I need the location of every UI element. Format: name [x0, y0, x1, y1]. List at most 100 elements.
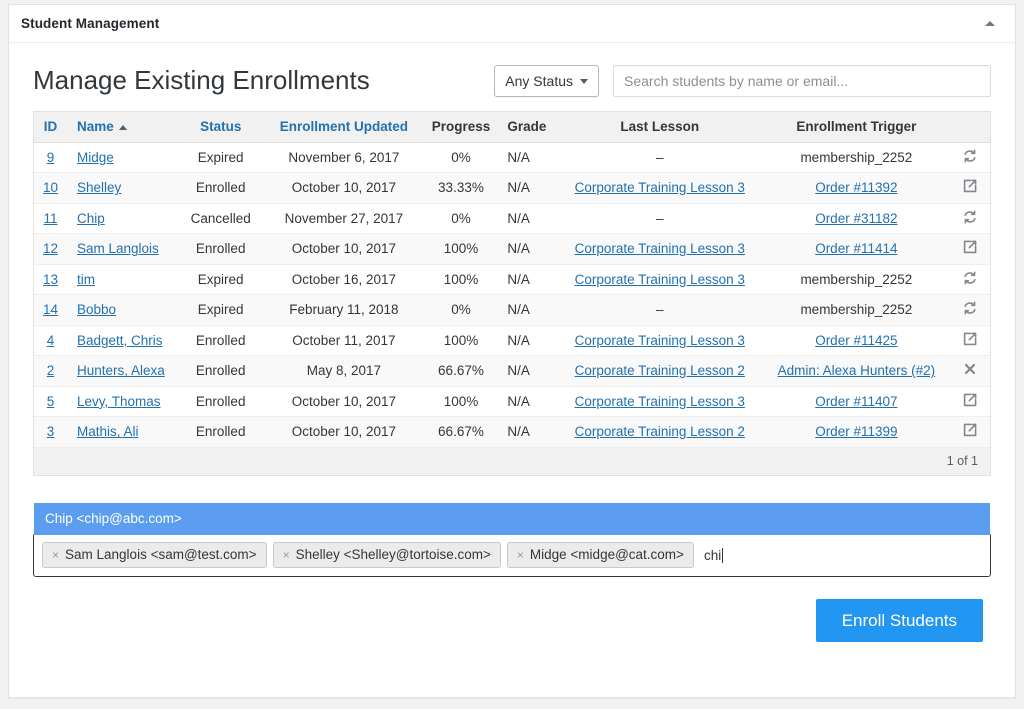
- row-name-link[interactable]: Mathis, Ali: [77, 424, 139, 439]
- row-name-link[interactable]: Levy, Thomas: [77, 394, 161, 409]
- row-action-cell[interactable]: [949, 386, 990, 417]
- external-link-icon[interactable]: [962, 239, 978, 255]
- cell-name[interactable]: Badgett, Chris: [67, 325, 177, 356]
- row-id-link[interactable]: 14: [43, 302, 58, 317]
- cell-id[interactable]: 13: [34, 264, 67, 295]
- cell-trigger[interactable]: Order #11414: [762, 233, 950, 265]
- row-action-cell[interactable]: [949, 416, 990, 448]
- enrollment-trigger-link[interactable]: Order #31182: [815, 211, 897, 226]
- cell-trigger[interactable]: Admin: Alexa Hunters (#2): [762, 355, 950, 387]
- enrollment-trigger-link[interactable]: Admin: Alexa Hunters (#2): [778, 363, 936, 378]
- cell-name[interactable]: Hunters, Alexa: [67, 355, 177, 387]
- enrollment-trigger-link[interactable]: Order #11414: [815, 241, 897, 256]
- row-action-cell[interactable]: [949, 142, 990, 173]
- row-name-link[interactable]: Bobbo: [77, 302, 116, 317]
- sync-icon[interactable]: [962, 209, 978, 225]
- close-x-icon[interactable]: [962, 361, 978, 377]
- row-id-link[interactable]: 10: [43, 180, 58, 195]
- row-action-cell[interactable]: [949, 355, 990, 387]
- last-lesson-link[interactable]: Corporate Training Lesson 2: [575, 363, 745, 378]
- column-header-id[interactable]: ID: [34, 112, 67, 143]
- close-x-icon[interactable]: ×: [517, 546, 524, 564]
- student-tags-input[interactable]: Chip <chip@abc.com> × Sam Langlois <sam@t…: [33, 503, 991, 577]
- cell-name[interactable]: Sam Langlois: [67, 233, 177, 265]
- column-header-name[interactable]: Name: [67, 112, 177, 143]
- enrollment-trigger-link[interactable]: Order #11425: [815, 333, 897, 348]
- row-action-cell[interactable]: [949, 294, 990, 326]
- row-id-link[interactable]: 11: [43, 211, 57, 226]
- row-id-link[interactable]: 2: [47, 363, 55, 378]
- cell-name[interactable]: Chip: [67, 203, 177, 234]
- row-name-link[interactable]: tim: [77, 272, 95, 287]
- cell-id[interactable]: 4: [34, 325, 67, 356]
- cell-last_lesson[interactable]: Corporate Training Lesson 3: [556, 233, 763, 265]
- enrollment-trigger-link[interactable]: Order #11399: [815, 424, 897, 439]
- column-header-status[interactable]: Status: [176, 112, 266, 143]
- cell-name[interactable]: Mathis, Ali: [67, 416, 177, 448]
- row-id-link[interactable]: 9: [47, 150, 55, 165]
- row-id-link[interactable]: 3: [47, 424, 55, 439]
- search-input[interactable]: [613, 65, 991, 97]
- close-x-icon[interactable]: ×: [283, 546, 290, 564]
- cell-id[interactable]: 9: [34, 142, 67, 173]
- last-lesson-link[interactable]: Corporate Training Lesson 2: [575, 424, 745, 439]
- cell-last_lesson[interactable]: Corporate Training Lesson 3: [556, 325, 763, 356]
- student-tag[interactable]: × Sam Langlois <sam@test.com>: [42, 542, 267, 568]
- external-link-icon[interactable]: [962, 178, 978, 194]
- cell-last_lesson[interactable]: Corporate Training Lesson 3: [556, 386, 763, 417]
- cell-id[interactable]: 2: [34, 355, 67, 387]
- cell-name[interactable]: Midge: [67, 142, 177, 173]
- cell-trigger[interactable]: Order #11399: [762, 416, 950, 448]
- cell-name[interactable]: Levy, Thomas: [67, 386, 177, 417]
- autocomplete-option[interactable]: Chip <chip@abc.com>: [35, 504, 989, 534]
- cell-last_lesson[interactable]: Corporate Training Lesson 2: [556, 355, 763, 387]
- cell-last_lesson[interactable]: Corporate Training Lesson 3: [556, 172, 763, 204]
- cell-trigger[interactable]: Order #11392: [762, 172, 950, 204]
- enroll-students-button[interactable]: Enroll Students: [815, 599, 983, 642]
- row-name-link[interactable]: Sam Langlois: [77, 241, 159, 256]
- row-name-link[interactable]: Chip: [77, 211, 105, 226]
- close-x-icon[interactable]: ×: [52, 546, 59, 564]
- cell-name[interactable]: Bobbo: [67, 294, 177, 326]
- cell-id[interactable]: 5: [34, 386, 67, 417]
- row-name-link[interactable]: Badgett, Chris: [77, 333, 163, 348]
- last-lesson-link[interactable]: Corporate Training Lesson 3: [575, 333, 745, 348]
- row-id-link[interactable]: 5: [47, 394, 55, 409]
- last-lesson-link[interactable]: Corporate Training Lesson 3: [575, 180, 745, 195]
- last-lesson-link[interactable]: Corporate Training Lesson 3: [575, 241, 745, 256]
- status-filter-select[interactable]: Any Status: [494, 65, 599, 97]
- cell-id[interactable]: 10: [34, 172, 67, 204]
- cell-id[interactable]: 3: [34, 416, 67, 448]
- last-lesson-link[interactable]: Corporate Training Lesson 3: [575, 272, 745, 287]
- last-lesson-link[interactable]: Corporate Training Lesson 3: [575, 394, 745, 409]
- external-link-icon[interactable]: [962, 422, 978, 438]
- cell-name[interactable]: tim: [67, 264, 177, 295]
- row-name-link[interactable]: Hunters, Alexa: [77, 363, 165, 378]
- cell-trigger[interactable]: Order #11425: [762, 325, 950, 356]
- row-action-cell[interactable]: [949, 233, 990, 265]
- cell-trigger[interactable]: Order #31182: [762, 203, 950, 234]
- row-action-cell[interactable]: [949, 172, 990, 204]
- cell-name[interactable]: Shelley: [67, 172, 177, 204]
- row-id-link[interactable]: 12: [43, 241, 58, 256]
- external-link-icon[interactable]: [962, 392, 978, 408]
- sync-icon[interactable]: [962, 148, 978, 164]
- sync-icon[interactable]: [962, 270, 978, 286]
- row-name-link[interactable]: Shelley: [77, 180, 121, 195]
- row-action-cell[interactable]: [949, 264, 990, 295]
- enrollment-trigger-link[interactable]: Order #11407: [815, 394, 897, 409]
- row-name-link[interactable]: Midge: [77, 150, 114, 165]
- enrollment-trigger-link[interactable]: Order #11392: [815, 180, 897, 195]
- cell-id[interactable]: 14: [34, 294, 67, 326]
- column-header-enrollment-updated[interactable]: Enrollment Updated: [265, 112, 423, 143]
- collapse-panel-button[interactable]: [979, 13, 1001, 35]
- cell-id[interactable]: 11: [34, 203, 67, 234]
- cell-last_lesson[interactable]: Corporate Training Lesson 2: [556, 416, 763, 448]
- row-id-link[interactable]: 13: [43, 272, 58, 287]
- row-action-cell[interactable]: [949, 203, 990, 234]
- cell-last_lesson[interactable]: Corporate Training Lesson 3: [556, 264, 763, 295]
- external-link-icon[interactable]: [962, 331, 978, 347]
- student-tag[interactable]: × Shelley <Shelley@tortoise.com>: [272, 542, 501, 568]
- cell-id[interactable]: 12: [34, 233, 67, 265]
- sync-icon[interactable]: [962, 300, 978, 316]
